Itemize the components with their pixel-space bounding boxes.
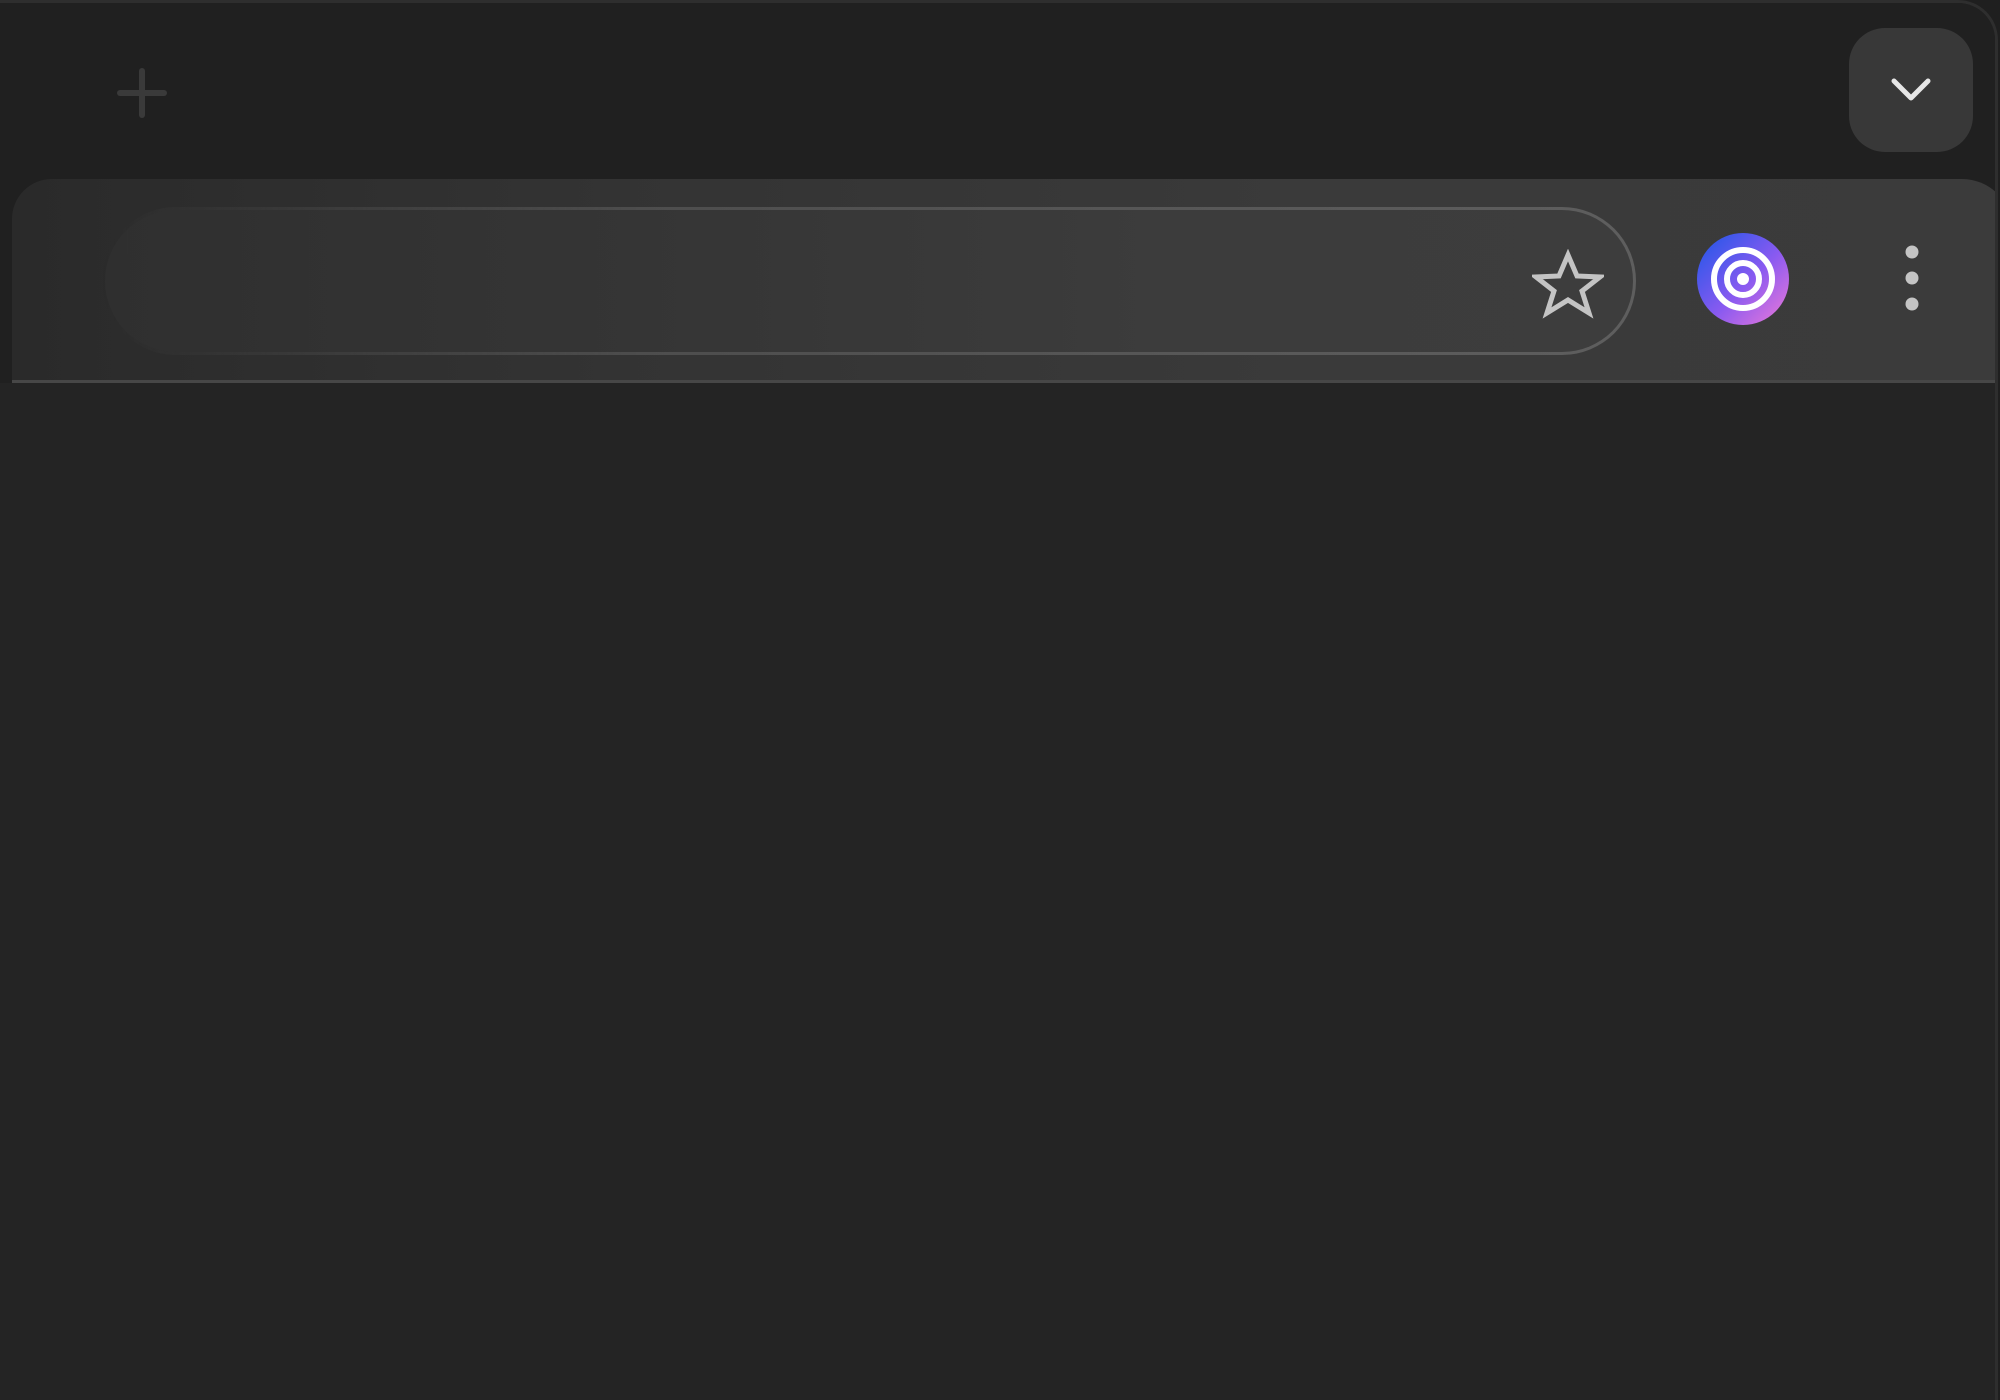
- tab-strip: [0, 3, 1995, 181]
- tab-search-button[interactable]: [1849, 28, 1973, 152]
- browser-window: [0, 0, 1998, 1400]
- address-bar[interactable]: [102, 207, 1636, 355]
- chevron-down-icon: [1891, 78, 1931, 101]
- bookmark-button[interactable]: [1531, 248, 1605, 322]
- star-outline-icon: [1532, 249, 1604, 319]
- profile-avatar-button[interactable]: [1697, 233, 1789, 325]
- concentric-rings-icon: [1697, 233, 1789, 325]
- new-tab-button[interactable]: [104, 55, 180, 131]
- browser-menu-button[interactable]: [1872, 233, 1952, 325]
- browser-toolbar: [12, 179, 1995, 383]
- plus-icon: [117, 68, 167, 118]
- vertical-dots-icon: [1905, 245, 1919, 311]
- page-content: [0, 383, 1995, 1400]
- address-input[interactable]: [165, 250, 1469, 316]
